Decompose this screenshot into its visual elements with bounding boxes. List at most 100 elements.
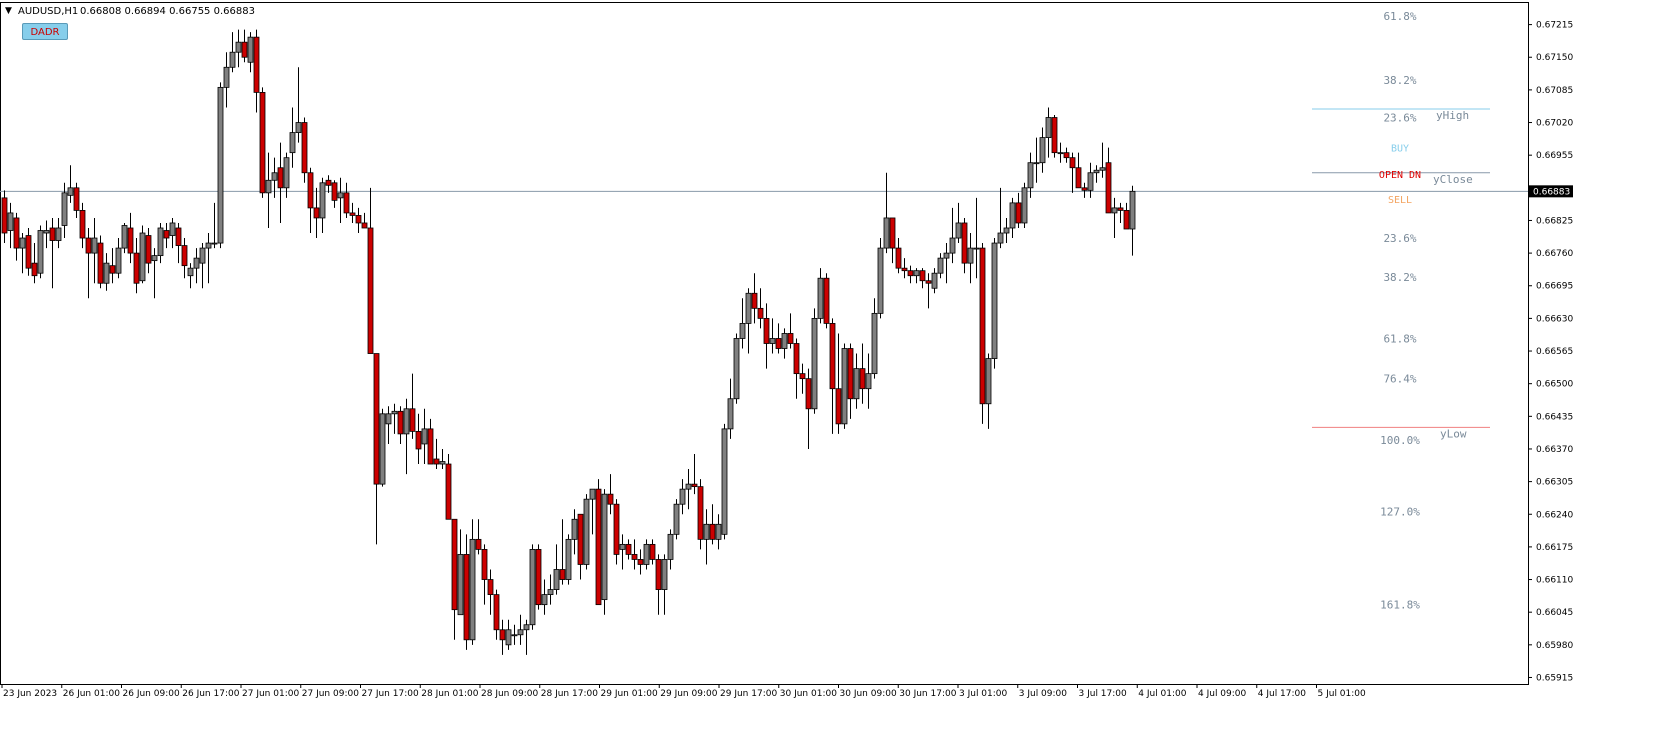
time-tick-label: 26 Jun 17:00 [182,689,239,699]
candle [697,479,704,550]
bull-candle-body [121,225,128,249]
candle [673,499,680,540]
bear-candle-body [1081,187,1088,191]
bear-candle-body [787,333,794,344]
candle [877,238,884,319]
ylow-label: yLow [1440,427,1467,440]
time-tick-label: 30 Jun 01:00 [780,689,837,699]
time-tick-label: 4 Jul 09:00 [1198,689,1247,699]
bull-candle-body [391,410,398,415]
candle [379,408,386,487]
bear-candle-body [775,338,782,349]
candle [529,544,536,630]
bull-candle-body [865,373,872,390]
bull-candle-body [769,338,776,344]
bear-candle-body [757,307,764,319]
bull-candle-body [19,237,26,249]
bear-candle-body [31,262,38,277]
bear-candle-body [445,463,452,520]
time-tick-label: 28 Jun 01:00 [421,689,478,699]
bear-candle-body [79,210,86,239]
time-tick-label: 4 Jul 01:00 [1138,689,1187,699]
bull-candle-body [157,227,164,257]
bear-candle-body [25,235,32,269]
bear-candle-body [805,378,812,410]
candle [733,333,740,404]
bear-candle-body [595,488,602,606]
bull-candle-body [529,549,536,626]
price-tick-label: 0.66045 [1536,608,1573,618]
price-tick-label: 0.66695 [1536,282,1573,292]
bull-candle-body [403,408,410,435]
candle [535,544,542,610]
bull-candle-body [721,428,728,535]
bull-candle-body [295,122,302,133]
bear-candle-body [859,368,866,390]
bear-candle-body [475,538,482,550]
bull-candle-body [943,252,950,259]
dadr-button[interactable]: DADR [22,23,68,40]
bear-candle-body [763,317,770,344]
bull-candle-body [283,157,290,189]
bull-candle-body [811,317,818,410]
symbol-label: AUDUSD,H1 [18,6,78,17]
bear-candle-body [919,270,926,282]
bull-candle-body [1021,187,1028,224]
bull-candle-body [211,242,218,245]
candle [595,479,602,606]
bear-candle-body [1051,117,1058,154]
bull-candle-body [541,594,548,606]
bear-candle-body [433,458,440,465]
time-tick-label: 3 Jul 17:00 [1079,689,1128,699]
bull-candle-body [319,182,326,219]
bull-candle-body [1129,190,1136,230]
bull-candle-body [733,338,740,400]
bear-candle-body [625,543,632,555]
bull-candle-body [673,503,680,535]
bear-candle-body [829,323,836,390]
bull-candle-body [1003,227,1010,234]
time-tick-label: 29 Jun 09:00 [660,689,717,699]
fib-level-label: 127.0% [1380,506,1420,519]
bull-candle-body [715,523,722,540]
bear-candle-body [835,388,842,425]
fib-level-label: 23.6% [1383,112,1416,125]
bear-candle-body [397,410,404,435]
bull-candle-body [583,498,590,565]
price-tick-label: 0.66825 [1536,216,1573,226]
bear-candle-body [535,549,542,606]
price-tick-label: 0.65915 [1536,673,1573,683]
bear-candle-body [241,41,248,58]
bear-candle-body [493,594,500,631]
yhigh-label: yHigh [1436,109,1469,122]
bull-candle-body [1111,207,1118,214]
price-tick-label: 0.67085 [1536,86,1573,96]
bear-candle-body [649,543,656,560]
time-tick-label: 4 Jul 17:00 [1258,689,1307,699]
bull-candle-body [967,247,974,264]
bear-candle-body [133,252,140,284]
bull-candle-body [457,554,464,616]
bull-candle-body [379,413,386,485]
candle [301,117,308,183]
candle [37,225,44,279]
bull-candle-body [247,36,254,63]
price-tick-label: 0.66435 [1536,412,1573,422]
bear-candle-body [409,408,416,432]
price-tick-label: 0.66500 [1536,380,1573,390]
bull-candle-body [679,488,686,505]
bull-candle-body [871,312,878,375]
header-arrow-icon[interactable]: ▼ [5,6,12,16]
bear-candle-body [1075,167,1082,189]
bull-candle-body [985,358,992,405]
price-tick-label: 0.66370 [1536,445,1573,455]
bear-candle-body [49,227,56,241]
time-tick-label: 3 Jul 09:00 [1019,689,1068,699]
bear-candle-body [793,343,800,375]
bull-candle-body [7,212,14,231]
bull-candle-body [103,262,110,284]
candle [979,243,986,424]
bull-candle-body [1057,152,1064,155]
bear-candle-body [253,36,260,93]
time-tick-label: 30 Jun 09:00 [840,689,897,699]
